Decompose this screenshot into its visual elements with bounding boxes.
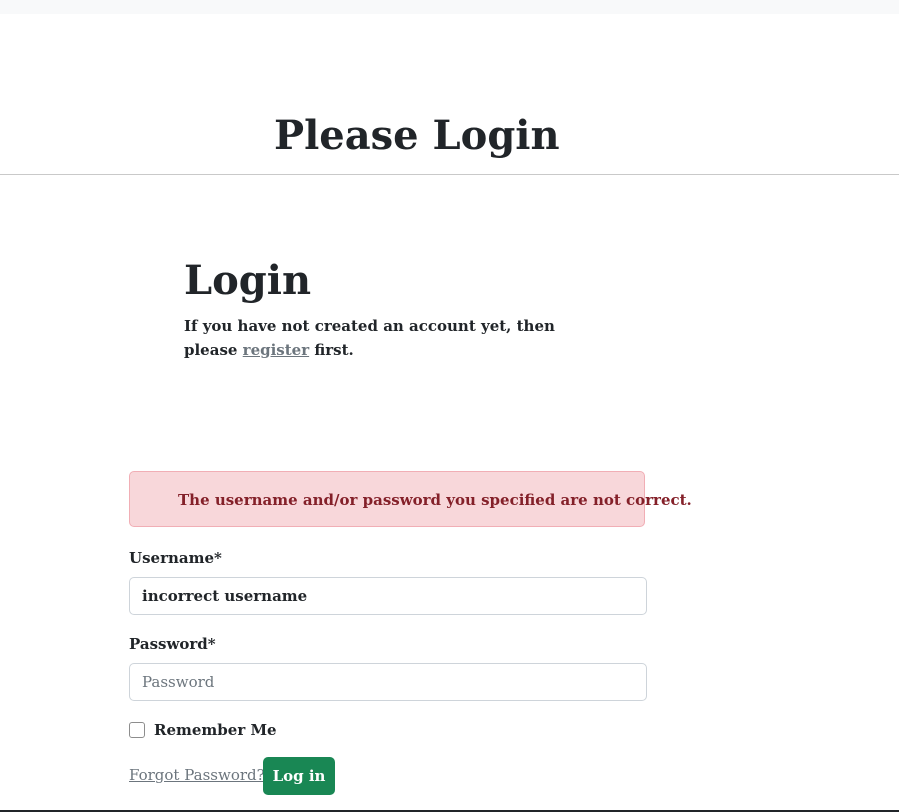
register-link[interactable]: register [243, 341, 309, 359]
error-alert: The username and/or password you specifi… [129, 471, 692, 527]
password-input[interactable] [129, 663, 647, 701]
remember-me-checkbox[interactable] [129, 722, 145, 738]
forgot-password-link[interactable]: Forgot Password? [129, 764, 265, 786]
page-title: Please Login [274, 112, 560, 159]
intro-text-after: first. [314, 341, 354, 359]
error-alert-message: The username and/or password you specifi… [178, 491, 692, 509]
username-input[interactable] [129, 577, 647, 615]
top-nav-strip [0, 0, 899, 14]
remember-me-label: Remember Me [154, 721, 277, 739]
intro-text-before: If you have not created an account yet, … [184, 317, 555, 359]
intro-text: If you have not created an account yet, … [184, 314, 564, 362]
title-divider [0, 174, 899, 175]
username-label: Username* [129, 549, 222, 567]
password-label: Password* [129, 635, 216, 653]
login-button[interactable]: Log in [263, 757, 335, 795]
remember-me-row[interactable]: Remember Me [129, 719, 277, 741]
login-heading: Login [184, 257, 312, 304]
